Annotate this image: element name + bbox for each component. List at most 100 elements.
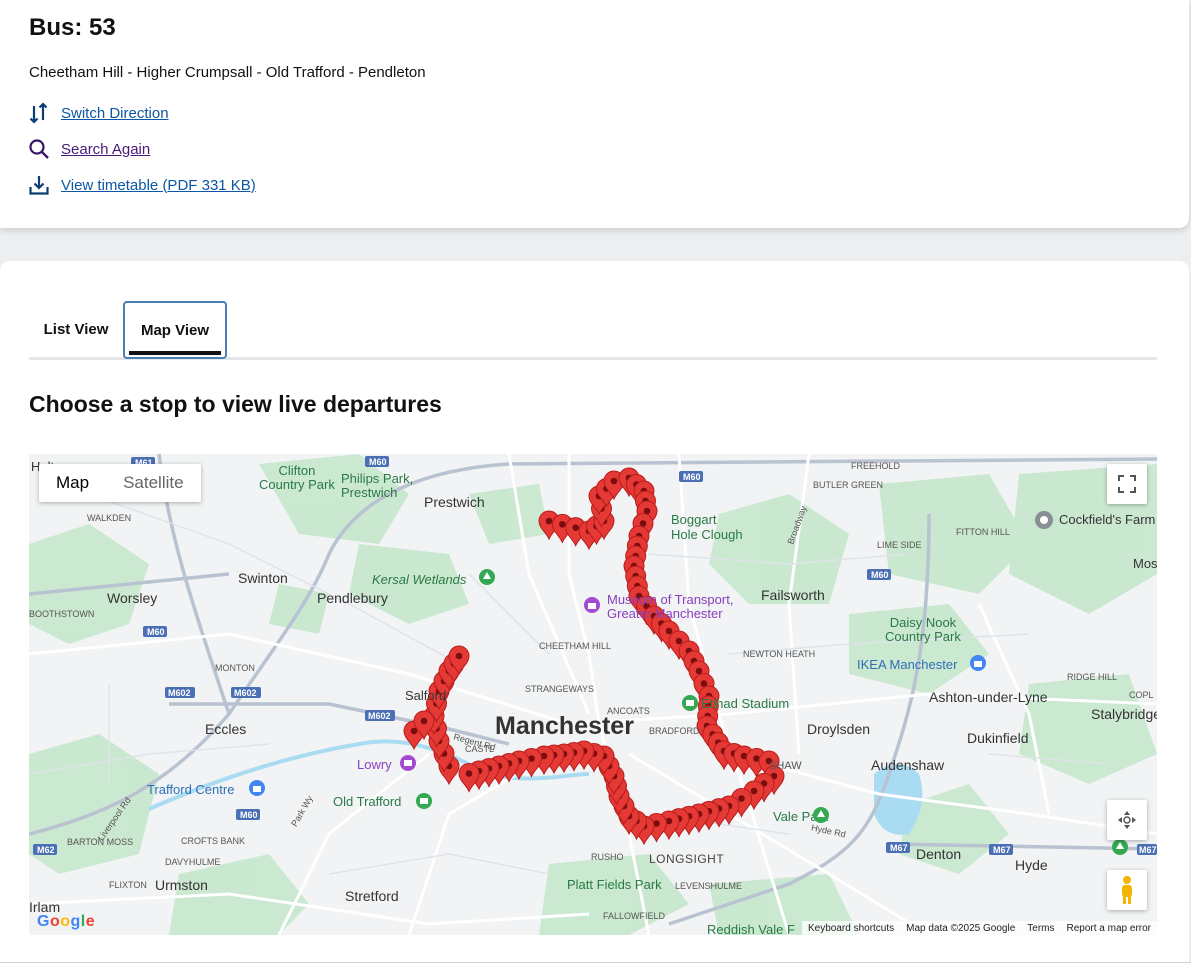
location-poi-icon: [1035, 511, 1053, 529]
swap-arrows-icon: [29, 102, 48, 124]
section-heading: Choose a stop to view live departures: [29, 391, 442, 417]
tab-map-view-label: Map View: [140, 321, 210, 339]
label-prestwich: Prestwich: [424, 494, 485, 510]
map-footer: Keyboard shortcuts Map data ©2025 Google…: [801, 921, 1157, 935]
label-stalybridge: Stalybridge: [1091, 706, 1157, 722]
camera-move-icon: [1118, 811, 1136, 829]
label-droylsden: Droylsden: [807, 721, 871, 737]
label-old-trafford: Old Trafford: [333, 794, 402, 809]
label-ikea: IKEA Manchester: [857, 657, 958, 672]
label-boggart: Boggart Hole Clough: [671, 512, 743, 542]
label-shaw: SHAW: [769, 760, 802, 772]
label-dukinfield: Dukinfield: [967, 730, 1029, 746]
shield-m60-b: M60: [683, 472, 701, 482]
tab-list-view[interactable]: List View: [29, 301, 123, 357]
label-strangeways: STRANGEWAYS: [525, 684, 595, 694]
route-header-card: Bus: 53 Cheetham Hill - Higher Crumpsall…: [0, 0, 1189, 228]
label-fitton-hill: FITTON HILL: [956, 527, 1010, 537]
terms-link[interactable]: Terms: [1027, 923, 1054, 934]
label-urmston: Urmston: [155, 877, 208, 893]
label-philips: Philips Park, Prestwich: [341, 471, 414, 500]
label-stretford: Stretford: [345, 888, 399, 904]
timetable-download-link[interactable]: View timetable (PDF 331 KB): [29, 174, 256, 196]
label-walkden: WALKDEN: [87, 513, 132, 523]
switch-direction-label: Switch Direction: [61, 104, 169, 122]
search-again-link[interactable]: Search Again: [29, 138, 150, 160]
download-icon: [29, 176, 49, 195]
search-icon: [29, 139, 49, 159]
shield-m67-a: M67: [890, 843, 908, 853]
camera-control-button[interactable]: [1107, 800, 1147, 840]
pegman-icon: [1122, 876, 1132, 904]
label-kersal: Kersal Wetlands: [372, 572, 467, 587]
map-type-control: Map Satellite: [39, 464, 201, 502]
label-salford: Salford: [405, 688, 447, 703]
label-levenshulme: LEVENSHULME: [675, 881, 743, 891]
shield-m62: M62: [37, 845, 55, 855]
label-boothstown: BOOTHSTOWN: [29, 609, 95, 619]
label-daisy: Daisy Nook Country Park: [885, 615, 961, 644]
label-butler-green: BUTLER GREEN: [813, 480, 884, 490]
fullscreen-icon: [1118, 475, 1136, 493]
lowry-poi-icon: [400, 755, 416, 771]
label-longsight: LONGSIGHT: [649, 852, 725, 866]
google-logo: Google: [37, 913, 96, 930]
label-audenshaw: Audenshaw: [871, 757, 945, 773]
label-flixton: FLIXTON: [109, 880, 147, 890]
label-bradford: BRADFORD: [649, 726, 700, 736]
shield-m602-b: M602: [234, 688, 257, 698]
label-mos: Mos: [1133, 556, 1157, 571]
label-museum: Museum of Transport, Greater Manchester: [607, 592, 734, 621]
shopping-centre-poi-icon: [249, 780, 265, 796]
shield-m602-a: M602: [168, 688, 191, 698]
label-ancoats: ANCOATS: [607, 706, 650, 716]
label-hyde: Hyde: [1015, 857, 1048, 873]
map-data-credit: Map data ©2025 Google: [906, 922, 1016, 934]
map-type-satellite-button[interactable]: Satellite: [106, 464, 200, 502]
map-type-map-button[interactable]: Map: [39, 464, 106, 502]
route-description: Cheetham Hill - Higher Crumpsall - Old T…: [29, 64, 426, 81]
label-crofts-bank: CROFTS BANK: [181, 836, 246, 846]
label-trafford-centre: Trafford Centre: [147, 782, 235, 797]
label-rusholme: RUSHO: [591, 852, 624, 862]
stadium-poi-icon: [682, 695, 698, 711]
old-trafford-poi-icon: [416, 793, 432, 809]
label-manchester: Manchester: [495, 712, 634, 740]
shield-m60-d: M60: [147, 627, 165, 637]
label-denton: Denton: [916, 846, 962, 862]
shield-m67-b: M67: [993, 845, 1011, 855]
label-freehold: FREEHOLD: [851, 461, 901, 471]
park-poi-icon: [813, 807, 829, 823]
shield-m602-c: M602: [368, 711, 391, 721]
label-copl: COPL: [1129, 690, 1154, 700]
label-pendlebury: Pendlebury: [317, 590, 388, 606]
timetable-label: View timetable (PDF 331 KB): [61, 176, 256, 194]
route-map[interactable]: M60 M60 M60 M60 M60 M61 M602 M602 M602 M…: [29, 454, 1157, 935]
switch-direction-link[interactable]: Switch Direction: [29, 102, 169, 124]
shield-m60-c: M60: [871, 570, 889, 580]
tab-map-view[interactable]: Map View: [123, 301, 227, 359]
park-poi-icon-east: [1112, 839, 1128, 855]
keyboard-shortcuts-link[interactable]: Keyboard shortcuts: [808, 923, 894, 934]
label-ashton: Ashton-under-Lyne: [929, 689, 1048, 705]
label-failsworth: Failsworth: [761, 587, 825, 603]
street-view-button[interactable]: [1107, 870, 1147, 910]
tree-poi-icon: [479, 569, 495, 585]
shield-m60-a: M60: [369, 457, 387, 467]
fullscreen-button[interactable]: [1107, 464, 1147, 504]
route-content-card: List View Map View Choose a stop to view…: [0, 261, 1189, 963]
shield-m60-e: M60: [240, 810, 258, 820]
label-cheetham: CHEETHAM HILL: [539, 641, 612, 651]
label-davyhulme: DAVYHULME: [165, 857, 221, 867]
museum-poi-icon: [584, 597, 600, 613]
label-platt: Platt Fields Park: [567, 877, 662, 892]
label-lowry: Lowry: [357, 757, 392, 772]
label-worsley: Worsley: [107, 590, 158, 606]
report-error-link[interactable]: Report a map error: [1067, 923, 1151, 934]
label-cockfield: Cockfield's Farm: [1059, 512, 1156, 527]
label-eccles: Eccles: [205, 721, 247, 737]
route-title: Bus: 53: [29, 14, 116, 41]
view-tabs: List View Map View: [29, 301, 1157, 360]
label-swinton: Swinton: [238, 570, 288, 586]
shopping-poi-icon: [970, 655, 986, 671]
